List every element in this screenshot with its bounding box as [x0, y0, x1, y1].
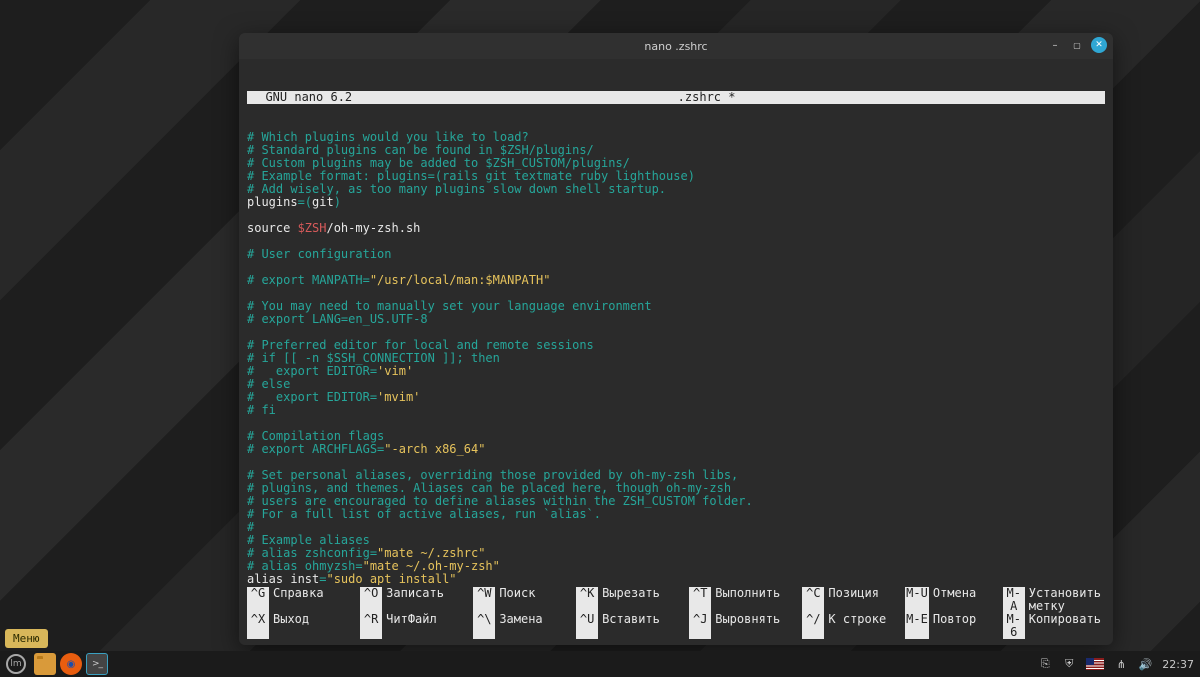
shortcut-label: Замена	[499, 613, 542, 639]
editor-line: # For a full list of active aliases, run…	[247, 508, 1105, 521]
shortcut-label: Отмена	[933, 587, 976, 613]
shortcut-item: ^GСправка	[247, 587, 360, 613]
shortcut-key: M-6	[1003, 613, 1025, 639]
taskbar: lm ⎘ ⛨ ⋔ 🔊 22:37	[0, 651, 1200, 677]
shortcut-label: Справка	[273, 587, 324, 613]
shortcut-key: M-U	[905, 587, 929, 613]
shortcut-key: ^O	[360, 587, 382, 613]
window-minimize-button[interactable]	[1047, 37, 1063, 53]
shortcut-label: Выполнить	[715, 587, 780, 613]
shortcut-label: К строке	[828, 613, 886, 639]
shortcut-item: ^/К строке	[802, 613, 905, 639]
window-titlebar[interactable]: nano .zshrc	[239, 33, 1113, 59]
shortcut-item: M-AУстановить метку	[1003, 587, 1105, 613]
shortcut-item: ^CПозиция	[802, 587, 905, 613]
terminal-window: nano .zshrc GNU nano 6.2 .zshrc * # Whic…	[239, 33, 1113, 645]
shortcut-label: Вырезать	[602, 587, 660, 613]
editor-line: alias inst="sudo apt install"	[247, 573, 1105, 585]
shortcut-key: ^\	[473, 613, 495, 639]
keyboard-layout-icon[interactable]	[1086, 658, 1104, 670]
shortcut-label: Записать	[386, 587, 444, 613]
shortcut-item: ^\Замена	[473, 613, 576, 639]
editor-line: # export LANG=en_US.UTF-8	[247, 313, 1105, 326]
volume-icon[interactable]: 🔊	[1138, 658, 1152, 671]
window-maximize-button[interactable]	[1069, 37, 1085, 53]
nano-header: GNU nano 6.2 .zshrc *	[247, 91, 1105, 104]
shortcut-key: M-E	[905, 613, 929, 639]
updates-icon[interactable]: ⎘	[1038, 657, 1052, 671]
system-tray: ⎘ ⛨ ⋔ 🔊 22:37	[1038, 657, 1194, 671]
shortcut-key: ^U	[576, 613, 598, 639]
shortcut-key: ^J	[689, 613, 711, 639]
editor-line: source $ZSH/oh-my-zsh.sh	[247, 222, 1105, 235]
window-close-button[interactable]	[1091, 37, 1107, 53]
file-manager-icon[interactable]	[34, 653, 56, 675]
shortcut-label: Копировать	[1029, 613, 1101, 639]
shortcut-item: ^UВставить	[576, 613, 689, 639]
window-title: nano .zshrc	[644, 40, 707, 53]
shortcut-item: M-6Копировать	[1003, 613, 1105, 639]
nano-version: GNU nano 6.2	[251, 91, 352, 104]
shortcut-key: ^K	[576, 587, 598, 613]
shortcut-item: ^RЧитФайл	[360, 613, 473, 639]
editor-line: # export ARCHFLAGS="-arch x86_64"	[247, 443, 1105, 456]
shortcut-label: Повтор	[933, 613, 976, 639]
shortcut-label: Выровнять	[715, 613, 780, 639]
shield-icon[interactable]: ⛨	[1062, 657, 1076, 671]
nano-shortcuts: ^GСправка^OЗаписать^WПоиск^KВырезать^TВы…	[239, 585, 1113, 645]
editor-line: # export EDITOR='mvim'	[247, 391, 1105, 404]
shortcut-item: ^XВыход	[247, 613, 360, 639]
shortcut-key: ^G	[247, 587, 269, 613]
shortcut-key: M-A	[1003, 587, 1025, 613]
shortcut-key: ^C	[802, 587, 824, 613]
shortcut-item: M-UОтмена	[905, 587, 1003, 613]
shortcut-item: ^KВырезать	[576, 587, 689, 613]
editor-line: # fi	[247, 404, 1105, 417]
terminal-content[interactable]: GNU nano 6.2 .zshrc * # Which plugins wo…	[239, 59, 1113, 585]
shortcut-key: ^R	[360, 613, 382, 639]
editor-line: # Add wisely, as too many plugins slow d…	[247, 183, 1105, 196]
shortcut-label: ЧитФайл	[386, 613, 437, 639]
editor-line: plugins=(git)	[247, 196, 1105, 209]
shortcut-label: Выход	[273, 613, 309, 639]
editor-line: # User configuration	[247, 248, 1105, 261]
shortcut-item: ^TВыполнить	[689, 587, 802, 613]
network-icon[interactable]: ⋔	[1114, 658, 1128, 671]
shortcut-label: Вставить	[602, 613, 660, 639]
clock[interactable]: 22:37	[1162, 658, 1194, 671]
start-menu-button[interactable]: lm	[6, 654, 26, 674]
shortcut-item: M-EПовтор	[905, 613, 1003, 639]
editor-line: # export MANPATH="/usr/local/man:$MANPAT…	[247, 274, 1105, 287]
editor-body[interactable]: # Which plugins would you like to load?#…	[247, 131, 1105, 585]
shortcut-label: Поиск	[499, 587, 535, 613]
shortcut-key: ^X	[247, 613, 269, 639]
shortcut-key: ^T	[689, 587, 711, 613]
menu-button[interactable]: Меню	[5, 629, 48, 648]
shortcut-item: ^JВыровнять	[689, 613, 802, 639]
shortcut-key: ^/	[802, 613, 824, 639]
shortcut-label: Установить метку	[1029, 587, 1101, 613]
editor-line: # export EDITOR='vim'	[247, 365, 1105, 378]
shortcut-item: ^OЗаписать	[360, 587, 473, 613]
shortcut-item: ^WПоиск	[473, 587, 576, 613]
terminal-launcher-icon[interactable]	[86, 653, 108, 675]
nano-filename: .zshrc *	[352, 91, 1061, 104]
shortcut-label: Позиция	[828, 587, 879, 613]
shortcut-key: ^W	[473, 587, 495, 613]
editor-line: #	[247, 521, 1105, 534]
firefox-icon[interactable]	[60, 653, 82, 675]
